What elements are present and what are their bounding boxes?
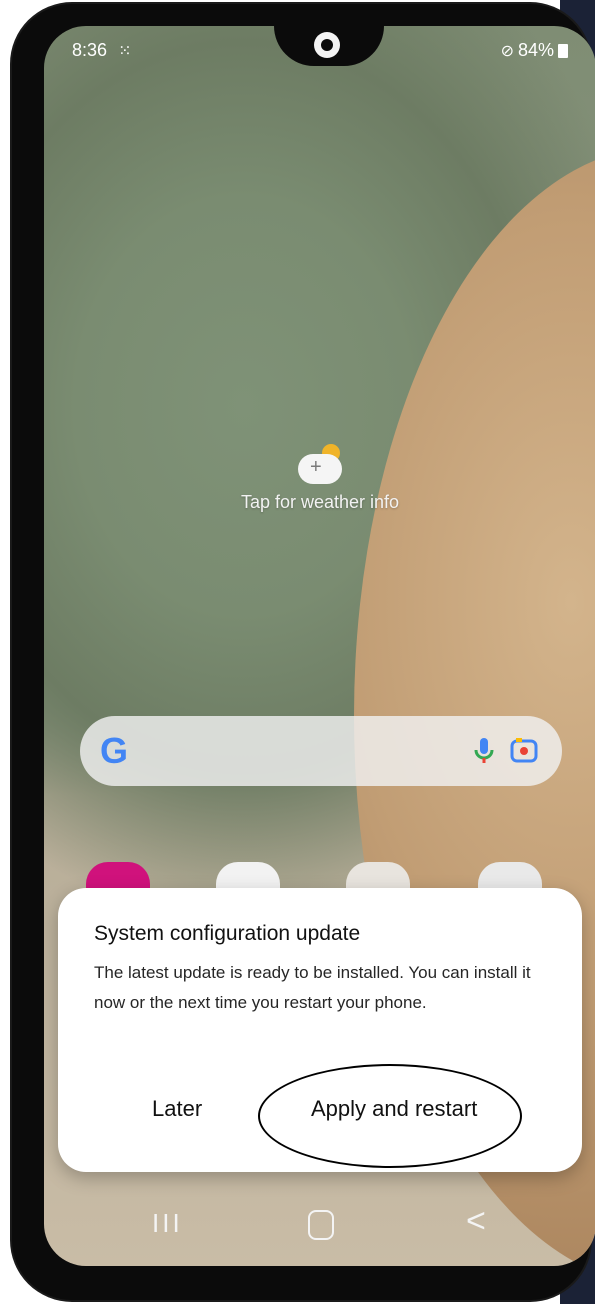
home-icon[interactable] <box>308 1210 334 1240</box>
battery-icon <box>558 43 568 58</box>
battery-percent: 84% <box>517 40 554 60</box>
navigation-bar: III < <box>44 1198 595 1248</box>
later-button[interactable]: Later <box>152 1096 202 1122</box>
microphone-icon[interactable] <box>466 732 502 768</box>
dialog-title: System configuration update <box>94 922 361 945</box>
google-search-bar[interactable]: G <box>80 716 562 786</box>
system-update-dialog: System configuration update The latest u… <box>58 888 582 1172</box>
google-logo: G <box>100 730 129 771</box>
camera-lens-icon[interactable] <box>506 732 542 768</box>
dialog-body: The latest update is ready to be install… <box>94 963 531 1012</box>
status-right: ⊘ 84% <box>501 40 568 61</box>
weather-widget[interactable]: + Tap for weather info <box>44 444 595 513</box>
recent-apps-button[interactable]: III <box>152 1208 183 1239</box>
cloud-plus-sun-icon: + <box>292 444 348 484</box>
phone-frame: 8:36 ⁙ ⊘ 84% + Tap for weather info G Sy… <box>12 4 595 1300</box>
status-time-text: 8:36 <box>72 40 108 60</box>
apply-and-restart-button[interactable]: Apply and restart <box>311 1096 477 1122</box>
do-not-disturb-icon: ⊘ <box>500 42 514 60</box>
grid-dots-icon: ⁙ <box>118 43 132 60</box>
front-camera-icon <box>314 32 340 58</box>
status-time: 8:36 ⁙ <box>72 40 131 61</box>
weather-label: Tap for weather info <box>240 492 400 512</box>
back-button[interactable]: < <box>466 1202 486 1241</box>
home-screen: 8:36 ⁙ ⊘ 84% + Tap for weather info G Sy… <box>44 26 595 1266</box>
